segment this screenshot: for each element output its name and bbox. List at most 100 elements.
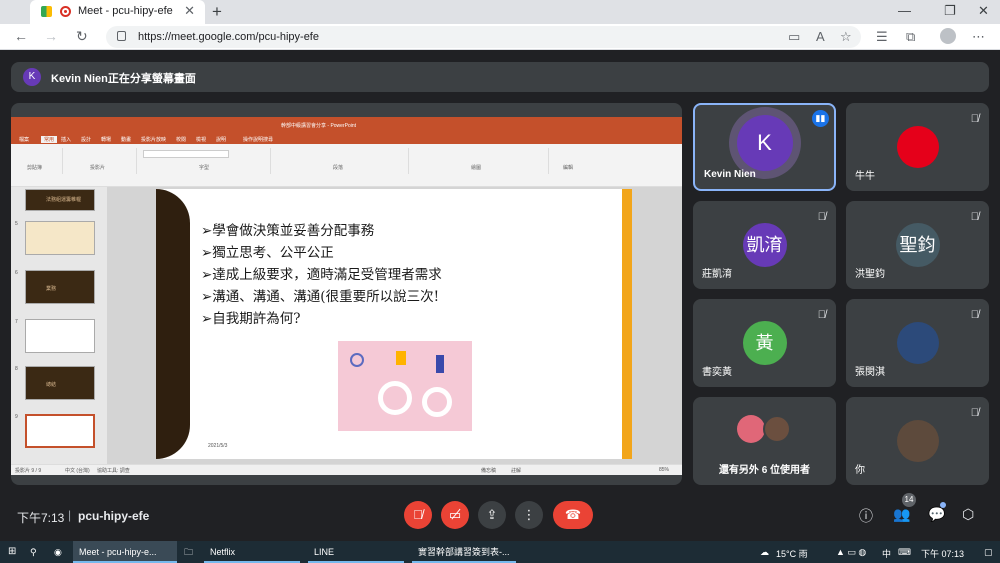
slide-thumb-6[interactable]: 業務 (25, 270, 95, 304)
slide-thumb-9-selected[interactable] (25, 414, 95, 448)
file-explorer-icon[interactable]: 🗀 (184, 541, 198, 563)
ribbon-clipboard-label: 剪貼簿 (27, 165, 43, 171)
tab-close-icon[interactable]: ✕ (184, 3, 195, 19)
participant-tile-self[interactable]: 🎙̸ 你 (846, 397, 989, 485)
slide-decor-right (622, 189, 632, 459)
collections-icon[interactable]: ⧉ (906, 29, 915, 45)
menu-transitions[interactable]: 轉場 (101, 136, 111, 143)
windows-taskbar: ⊞ ⚲ ◉ Meet - pcu-hipy-e... 🗀 Netflix LIN… (0, 541, 1000, 563)
mic-off-icon: 🎙̸ (413, 507, 423, 522)
chat-icon[interactable]: 💬 (928, 506, 945, 523)
participant-name: 張閔淇 (855, 367, 885, 378)
meet-control-bar: 下午7:13 | pcu-hipy-efe 🎙̸ ▭̸ ⇪ ⋮ ☎ ⓘ 👥 14… (0, 490, 1000, 540)
participant-tile-hong[interactable]: 聖鈞 🎙̸ 洪聖鈞 (846, 201, 989, 289)
ribbon-font-label: 字型 (199, 165, 210, 171)
slide-decor-left (156, 189, 190, 459)
mic-off-icon: 🎙̸ (970, 407, 979, 419)
slide-thumb-4[interactable]: 法務組運籌帷幄 (25, 189, 95, 211)
menu-design[interactable]: 設計 (81, 136, 91, 143)
participant-tile-kevin[interactable]: K ▮▮ Kevin Nien (693, 103, 836, 191)
more-options-button[interactable]: ⋮ (515, 501, 543, 529)
end-call-icon: ☎ (564, 507, 582, 522)
participant-tile-niuniu[interactable]: 🎙̸ 牛牛 (846, 103, 989, 191)
status-comments[interactable]: 註解 (511, 467, 521, 474)
chrome-icon[interactable]: ◉ (54, 541, 68, 563)
menu-home[interactable]: 常用 (41, 136, 58, 143)
reload-icon[interactable]: ↻ (76, 28, 88, 45)
weather-icon[interactable]: ☁ (760, 547, 769, 558)
menu-animations[interactable]: 動畫 (121, 136, 131, 143)
taskbar-item-meet[interactable]: Meet - pcu-hipy-e... (73, 541, 177, 563)
info-icon[interactable]: ⓘ (859, 506, 873, 526)
menu-search[interactable]: 操作說明搜尋 (243, 136, 273, 143)
taskbar-item-netflix[interactable]: Netflix (204, 541, 300, 563)
people-icon[interactable]: 👥 (893, 506, 910, 523)
favorite-star-icon[interactable]: ☆ (840, 29, 852, 45)
powerpoint-title: 幹部中級講習會分享 - PowerPoint (281, 123, 357, 129)
shared-screen[interactable]: 幹部中級講習會分享 - PowerPoint 檔案 常用 插入 設計 轉場 動畫… (11, 103, 682, 485)
back-icon[interactable]: ← (14, 28, 28, 44)
browser-tab-meet[interactable]: Meet - pcu-hipy-efe ✕ (30, 0, 205, 24)
read-aloud-icon[interactable]: A (816, 29, 825, 44)
mic-off-icon: 🎙̸ (970, 211, 979, 223)
url-field[interactable]: https://meet.google.com/pcu-hipy-efe (106, 26, 861, 48)
more-avatar-1 (737, 415, 765, 443)
participant-tile-huang[interactable]: 黃 🎙̸ 書奕黃 (693, 299, 836, 387)
profile-avatar[interactable] (940, 28, 956, 44)
slide-bullet-1: ➢學會做決策並妥善分配事務 (201, 223, 375, 239)
menu-review[interactable]: 校閱 (176, 136, 186, 143)
notification-icon[interactable]: ▢ (984, 547, 993, 558)
participant-name: 洪聖鈞 (855, 269, 885, 280)
slide-bullet-3: ➢達成上級要求，適時滿足受管理者需求 (201, 267, 442, 283)
close-window-button[interactable]: ✕ (978, 3, 989, 19)
minimize-button[interactable]: — (898, 3, 911, 18)
status-slide-count: 投影片 9 / 9 (15, 468, 42, 474)
slide-thumb-8[interactable]: 總結 (25, 366, 95, 400)
menu-slideshow[interactable]: 投影片放映 (141, 136, 166, 143)
search-icon[interactable]: ⚲ (30, 541, 44, 563)
current-slide[interactable]: ➢學會做決策並妥善分配事務 ➢獨立思考、公平公正 ➢達成上級要求，適時滿足受管理… (156, 189, 632, 459)
status-accessibility: 協助工具: 調查 (97, 468, 130, 474)
meeting-time: 下午7:13 (17, 511, 65, 525)
participant-tile-zhuang[interactable]: 凱淯 🎙̸ 莊凱淯 (693, 201, 836, 289)
recording-indicator-icon (60, 6, 71, 17)
taskbar-clock[interactable]: 下午 07:13 (921, 547, 964, 560)
slide-thumb-7[interactable] (25, 319, 95, 353)
status-notes[interactable]: 備忘稿 (481, 467, 496, 474)
menu-insert[interactable]: 插入 (61, 136, 71, 143)
favorites-list-icon[interactable]: ☰ (876, 29, 888, 45)
menu-help[interactable]: 說明 (216, 136, 226, 143)
present-button[interactable]: ⇪ (478, 501, 506, 529)
powerpoint-titlebar: 幹部中級講習會分享 - PowerPoint (11, 117, 682, 133)
meeting-code: pcu-hipy-efe (78, 509, 150, 523)
taskbar-item-line[interactable]: LINE (308, 541, 404, 563)
forward-icon[interactable]: → (44, 28, 58, 44)
camera-in-use-icon[interactable]: ▭ (788, 29, 800, 45)
windows-start-icon[interactable]: ⊞ (8, 546, 19, 557)
more-participants-text: 還有另外 6 位使用者 (718, 465, 811, 476)
camera-toggle-button[interactable]: ▭̸ (441, 501, 469, 529)
tray-icons[interactable]: ▲ ▭ ◍ (836, 547, 866, 558)
mic-toggle-button[interactable]: 🎙̸ (404, 501, 432, 529)
weather-text[interactable]: 15°C 雨 (776, 547, 808, 560)
powerpoint-menu: 檔案 常用 插入 設計 轉場 動畫 投影片放映 校閱 檢視 說明 操作說明搜尋 (11, 133, 682, 144)
menu-view[interactable]: 檢視 (196, 136, 206, 143)
participant-tile-more[interactable]: 還有另外 6 位使用者 (693, 397, 836, 485)
ime-indicator[interactable]: 中 (882, 547, 891, 560)
settings-more-icon[interactable]: ⋯ (972, 29, 985, 45)
mic-off-icon: 🎙̸ (970, 309, 979, 321)
people-count-badge: 14 (902, 493, 916, 507)
slide-thumb-5[interactable] (25, 221, 95, 255)
status-zoom[interactable]: 85% (659, 467, 669, 473)
maximize-button[interactable]: ❐ (944, 3, 956, 19)
end-call-button[interactable]: ☎ (553, 501, 593, 529)
activities-icon[interactable]: ⬡ (962, 506, 974, 523)
meet-favicon-icon (41, 6, 52, 17)
menu-file[interactable]: 檔案 (19, 136, 29, 143)
keyboard-icon[interactable]: ⌨ (898, 547, 911, 558)
presenting-text: Kevin Nien正在分享螢幕畫面 (51, 73, 196, 85)
slide-bullet-5: ➢自我期許為何? (201, 311, 301, 327)
new-tab-button[interactable]: + (212, 2, 222, 22)
taskbar-item-word[interactable]: 實習幹部講習簽到表-... (412, 541, 516, 563)
participant-tile-zhang[interactable]: 🎙̸ 張閔淇 (846, 299, 989, 387)
